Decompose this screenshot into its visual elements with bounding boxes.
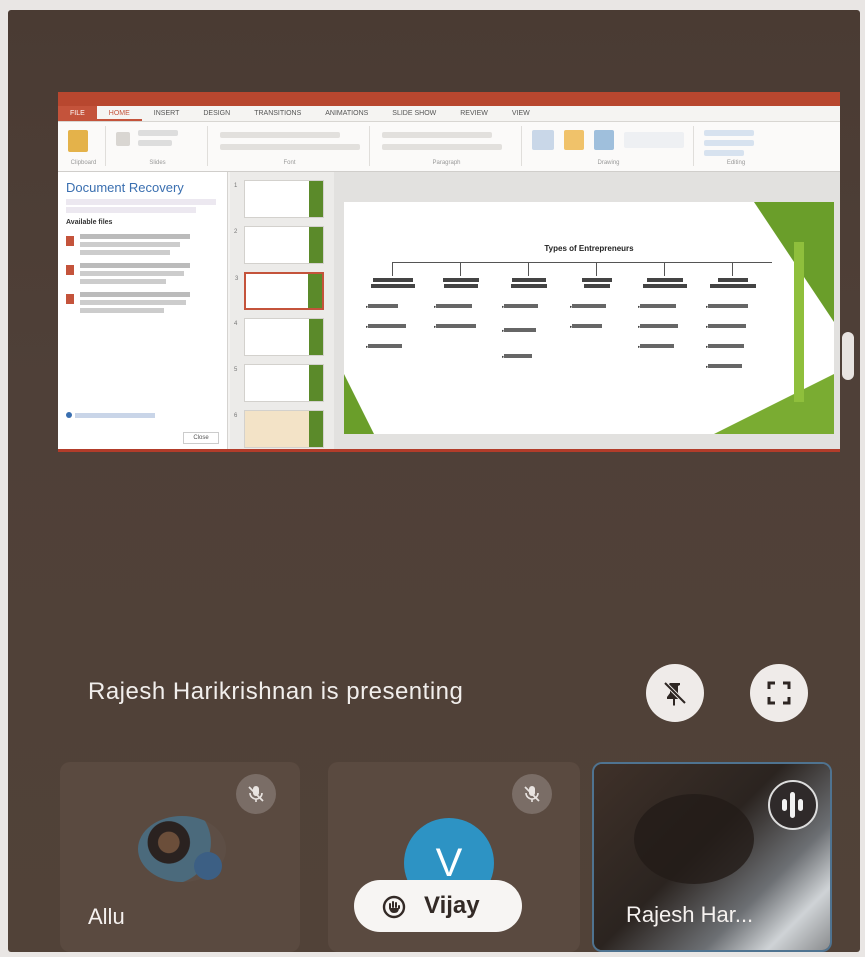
ribbon-tab-view: VIEW — [511, 110, 530, 117]
raised-hand-icon — [382, 895, 406, 919]
presenting-status: Rajesh Harikrishnan is presenting — [88, 678, 464, 705]
arrange-icon — [564, 130, 584, 150]
available-files-label: Available files — [66, 219, 113, 226]
current-slide[interactable]: Types of Entrepreneurs — [344, 202, 834, 434]
recovery-close-button[interactable]: Close — [183, 432, 219, 444]
unpin-button[interactable] — [646, 664, 704, 722]
ribbon-tab-slideshow: SLIDE SHOW — [392, 110, 437, 117]
org-chart-connector — [392, 262, 772, 263]
slide-thumbnail[interactable]: 5 — [234, 364, 324, 402]
paste-icon — [68, 130, 88, 152]
replace-icon — [704, 140, 754, 146]
ribbon-group-paragraph: Paragraph — [372, 126, 522, 166]
quick-styles-icon — [594, 130, 614, 150]
ribbon-group-clipboard: Clipboard — [62, 126, 106, 166]
ribbon-group-editing: Editing — [696, 126, 776, 166]
pptx-file-icon — [66, 265, 74, 275]
new-slide-icon — [116, 132, 130, 146]
participant-tile-allu[interactable]: Allu — [60, 762, 300, 952]
ribbon-tab-review: REVIEW — [460, 110, 488, 117]
slide-thumbnail-selected[interactable]: 3 — [235, 272, 324, 310]
select-icon — [704, 150, 744, 156]
find-icon — [704, 130, 754, 136]
ribbon-group-slides: Slides — [108, 126, 208, 166]
app-titlebar — [58, 92, 840, 106]
ribbon: Clipboard Slides Font Paragraph Drawing … — [58, 122, 840, 172]
slide-editor: Types of Entrepreneurs — [334, 172, 840, 449]
font-format-icons — [220, 144, 360, 150]
font-controls — [220, 132, 340, 138]
reset-icon — [138, 140, 172, 146]
slide-thumbnail[interactable]: 4 — [234, 318, 324, 356]
slide-decoration — [344, 374, 374, 434]
slide-decoration — [794, 242, 804, 402]
ribbon-tab-animations: ANIMATIONS — [325, 110, 369, 117]
ribbon-tabs: FILE HOME INSERT DESIGN TRANSITIONS ANIM… — [58, 106, 840, 122]
pptx-file-icon — [66, 294, 74, 304]
document-recovery-pane: Document Recovery Available files Close — [58, 172, 228, 449]
pptx-file-icon — [66, 236, 74, 246]
slide-thumbnail[interactable]: 2 — [234, 226, 324, 264]
meeting-window: FILE HOME INSERT DESIGN TRANSITIONS ANIM… — [8, 10, 860, 952]
slide-thumbnail[interactable]: 6 — [234, 410, 324, 448]
recovered-file[interactable] — [66, 234, 219, 255]
slide-thumbnails: 1 2 3 4 5 6 — [230, 172, 334, 449]
ribbon-tab-home: HOME — [96, 106, 142, 121]
shape-fill-icon — [624, 132, 684, 148]
ribbon-tab-file: FILE — [58, 106, 97, 121]
fullscreen-icon — [767, 681, 791, 705]
recovered-file[interactable] — [66, 292, 219, 313]
speaking-indicator — [768, 780, 818, 830]
scrollbar-thumb[interactable] — [842, 332, 854, 380]
mic-off-indicator — [236, 774, 276, 814]
participant-name: Allu — [88, 904, 125, 929]
align-icons — [382, 144, 502, 150]
layout-icon — [138, 130, 178, 136]
ribbon-tab-insert: INSERT — [153, 110, 180, 117]
participant-tile-rajesh[interactable]: Rajesh Har... — [592, 762, 832, 952]
fullscreen-button[interactable] — [750, 664, 808, 722]
mic-off-icon — [524, 786, 540, 802]
recovery-title: Document Recovery — [66, 180, 184, 195]
recovered-file[interactable] — [66, 263, 219, 284]
slide-decoration — [714, 374, 834, 434]
slide-title: Types of Entrepreneurs — [544, 244, 634, 253]
participant-name: Rajesh Har... — [626, 902, 754, 927]
ribbon-tab-transitions: TRANSITIONS — [254, 110, 302, 117]
ribbon-tab-design: DESIGN — [203, 110, 231, 117]
recovered-file-details — [80, 263, 190, 284]
paragraph-controls — [382, 132, 492, 138]
ribbon-group-font: Font — [210, 126, 370, 166]
mic-off-icon — [248, 786, 264, 802]
participant-name: Vijay — [424, 892, 480, 919]
recovery-help-link[interactable] — [66, 412, 155, 420]
raised-hand-badge: Vijay — [354, 880, 522, 932]
recovered-file-details — [80, 292, 190, 313]
ribbon-group-drawing: Drawing — [524, 126, 694, 166]
mic-off-indicator — [512, 774, 552, 814]
shapes-icon — [532, 130, 554, 150]
recovered-file-details — [80, 234, 190, 255]
participant-avatar-photo — [138, 816, 226, 882]
pin-off-icon — [663, 681, 687, 706]
recovery-description — [66, 199, 219, 213]
shared-screen[interactable]: FILE HOME INSERT DESIGN TRANSITIONS ANIM… — [58, 92, 840, 452]
slide-thumbnail[interactable]: 1 — [234, 180, 324, 218]
